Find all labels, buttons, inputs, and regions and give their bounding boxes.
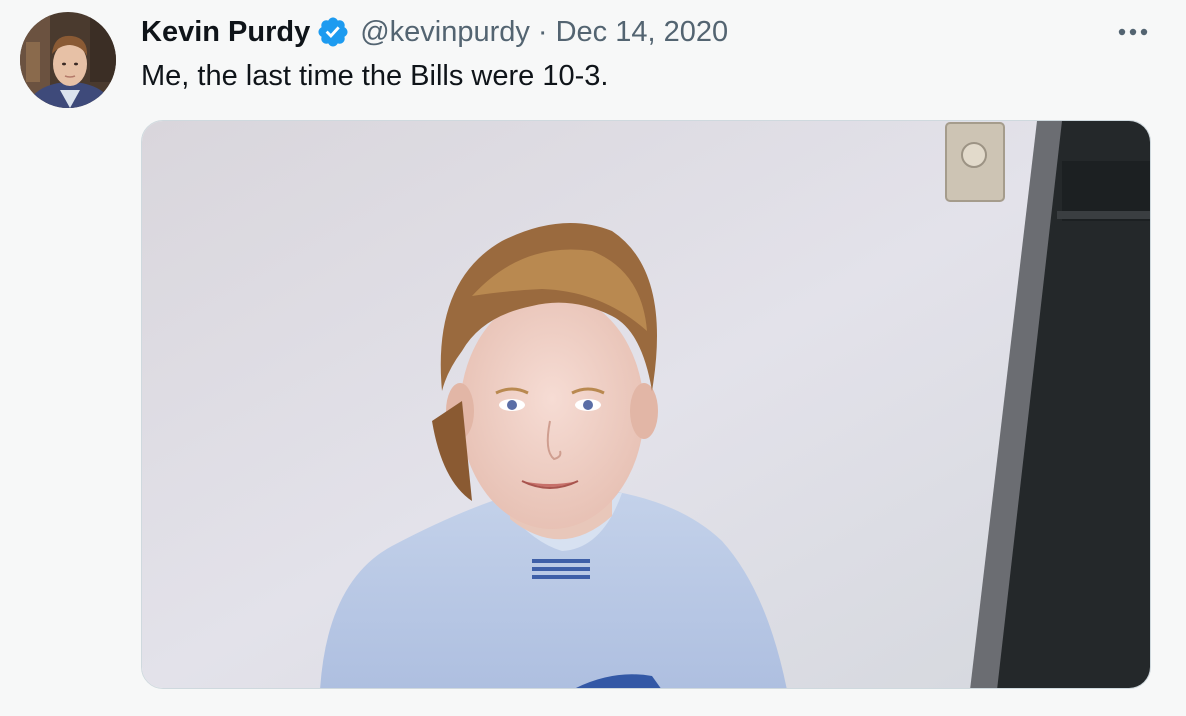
tweet-date[interactable]: Dec 14, 2020 [556, 16, 729, 49]
tweet-photo[interactable] [141, 120, 1151, 689]
tweet-text: Me, the last time the Bills were 10-3. [141, 60, 609, 92]
more-options-icon[interactable] [1114, 18, 1152, 46]
author-name[interactable]: Kevin Purdy [141, 16, 310, 49]
verified-badge-icon [316, 15, 350, 49]
separator-dot: · [537, 15, 548, 48]
tweet: Kevin Purdy @kevinpurdy · Dec 14, 2020 M… [0, 0, 1186, 716]
avatar[interactable] [20, 12, 116, 108]
avatar-image [20, 12, 116, 108]
author-handle[interactable]: @kevinpurdy [360, 16, 530, 49]
photo-image [142, 121, 1150, 688]
tweet-header: Kevin Purdy @kevinpurdy · Dec 14, 2020 [141, 12, 728, 52]
